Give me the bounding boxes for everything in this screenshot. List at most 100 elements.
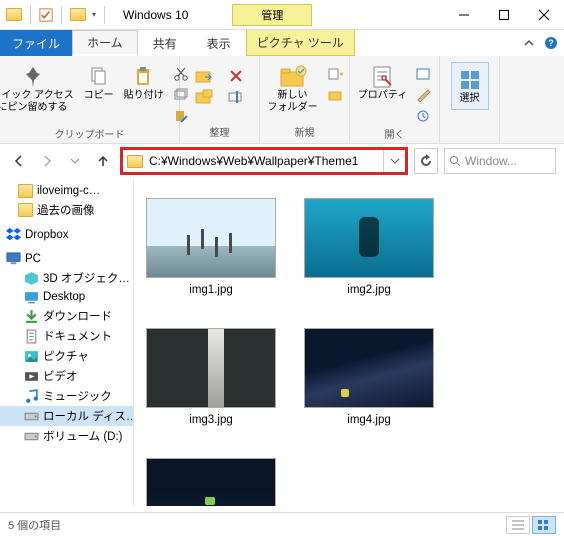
select-all-icon <box>456 67 484 93</box>
group-label-clipboard: クリップボード <box>55 126 125 143</box>
tree-item-desktop[interactable]: Desktop <box>0 288 133 306</box>
details-view-button[interactable] <box>506 516 530 534</box>
address-input[interactable] <box>147 154 383 168</box>
properties-icon <box>369 64 397 90</box>
file-tab[interactable]: ファイル <box>0 30 72 56</box>
properties-button[interactable]: プロパティ <box>354 62 411 104</box>
file-label: img2.jpg <box>347 284 390 296</box>
tree-item-music[interactable]: ミュージック <box>0 386 133 406</box>
ribbon-body: クイック アクセス にピン留めする コピー 貼り付け クリップボード <box>0 56 564 144</box>
pc-icon <box>6 252 21 266</box>
address-dropdown[interactable] <box>383 150 405 172</box>
group-label-open: 開く <box>385 126 405 143</box>
thumbnails-view-button[interactable] <box>532 516 556 534</box>
thumbnail-grid: img1.jpg img2.jpg img3.jpg img4.jpg img1… <box>146 198 552 506</box>
recent-dropdown[interactable] <box>64 150 86 172</box>
disk-icon <box>24 409 39 423</box>
music-icon <box>24 389 39 403</box>
file-label: img1.jpg <box>189 284 232 296</box>
file-item[interactable]: img2.jpg <box>304 198 434 296</box>
tree-item-downloads[interactable]: ダウンロード <box>0 306 133 326</box>
qat-dropdown-icon[interactable]: ▾ <box>92 10 96 19</box>
tree-item-videos[interactable]: ビデオ <box>0 366 133 386</box>
paste-icon <box>130 64 158 90</box>
tree-item-documents[interactable]: ドキュメント <box>0 326 133 346</box>
forward-button[interactable] <box>36 150 58 172</box>
file-item[interactable]: img1.jpg <box>146 198 276 296</box>
back-button[interactable] <box>8 150 30 172</box>
copy-button[interactable]: コピー <box>80 62 118 104</box>
tab-picture-tools[interactable]: ピクチャ ツール <box>246 30 355 56</box>
content-pane[interactable]: img1.jpg img2.jpg img3.jpg img4.jpg img1… <box>134 178 564 506</box>
history-button[interactable] <box>413 106 435 126</box>
file-item[interactable]: img4.jpg <box>304 328 434 426</box>
contextual-tab-manage[interactable]: 管理 <box>232 4 312 26</box>
videos-icon <box>24 369 39 383</box>
nav-row: Window... <box>0 144 564 178</box>
file-item[interactable]: img3.jpg <box>146 328 276 426</box>
address-bar[interactable] <box>120 147 408 175</box>
pin-to-quick-access-button[interactable]: クイック アクセス にピン留めする <box>0 62 78 116</box>
collapse-ribbon-icon[interactable] <box>522 36 536 50</box>
app-folder-icon <box>6 8 22 21</box>
edit-button[interactable] <box>413 85 435 105</box>
copy-to-button[interactable] <box>193 87 215 107</box>
ribbon-tabs: ファイル ホーム 共有 表示 ピクチャ ツール ? <box>0 30 564 56</box>
maximize-button[interactable] <box>484 0 524 30</box>
close-button[interactable] <box>524 0 564 30</box>
search-box[interactable]: Window... <box>444 148 556 174</box>
work-area: iloveimg-c… 過去の画像 Dropbox PC 3D オブジェク… D… <box>0 178 564 506</box>
divider <box>61 6 62 24</box>
file-label: img3.jpg <box>189 414 232 426</box>
file-item[interactable]: img13.jpg <box>146 458 276 506</box>
tab-share[interactable]: 共有 <box>138 30 192 56</box>
folder-icon <box>18 184 33 198</box>
tree-item-pictures[interactable]: ピクチャ <box>0 346 133 366</box>
divider <box>30 6 31 24</box>
paste-button[interactable]: 貼り付け <box>120 62 168 104</box>
select-button[interactable]: 選択 <box>451 62 489 110</box>
new-folder-icon <box>279 64 307 90</box>
tree-item-iloveimg[interactable]: iloveimg-c… <box>0 182 133 200</box>
new-item-button[interactable] <box>324 64 346 84</box>
qat-check-icon[interactable] <box>39 8 53 22</box>
tab-view[interactable]: 表示 <box>192 30 246 56</box>
thumbnail-icon <box>146 198 276 278</box>
tab-home[interactable]: ホーム <box>72 30 138 56</box>
item-count: 5 個の項目 <box>8 517 61 533</box>
easy-access-button[interactable] <box>324 85 346 105</box>
disk-icon <box>24 429 39 443</box>
status-bar: 5 個の項目 <box>0 512 564 536</box>
thumbnail-icon <box>146 458 276 506</box>
new-folder-button[interactable]: 新しい フォルダー <box>264 62 322 116</box>
qat-folder-icon[interactable] <box>70 8 86 21</box>
open-button[interactable] <box>413 64 435 84</box>
desktop-icon <box>24 290 39 304</box>
tree-item-local-disk[interactable]: ローカル ディス… <box>0 406 133 426</box>
divider <box>104 6 105 24</box>
help-icon[interactable]: ? <box>544 36 558 50</box>
tree-item-3d-objects[interactable]: 3D オブジェク… <box>0 268 133 288</box>
tree-item-dropbox[interactable]: Dropbox <box>0 226 133 244</box>
file-label: img4.jpg <box>347 414 390 426</box>
group-label-organize: 整理 <box>210 124 230 141</box>
downloads-icon <box>24 309 39 323</box>
minimize-button[interactable] <box>444 0 484 30</box>
delete-button[interactable] <box>225 66 247 86</box>
documents-icon <box>24 329 39 343</box>
tree-item-past-images[interactable]: 過去の画像 <box>0 200 133 220</box>
tree-item-pc[interactable]: PC <box>0 250 133 268</box>
thumbnail-icon <box>146 328 276 408</box>
move-to-button[interactable] <box>193 66 215 86</box>
pictures-icon <box>24 349 39 363</box>
window-title: Windows 10 <box>115 8 196 22</box>
refresh-button[interactable] <box>414 148 438 174</box>
navigation-pane[interactable]: iloveimg-c… 過去の画像 Dropbox PC 3D オブジェク… D… <box>0 178 134 506</box>
folder-icon <box>18 203 33 217</box>
search-placeholder: Window... <box>465 154 517 168</box>
search-icon <box>449 155 461 167</box>
up-button[interactable] <box>92 150 114 172</box>
tree-item-volume[interactable]: ボリューム (D:) <box>0 426 133 446</box>
rename-button[interactable] <box>225 87 247 107</box>
objects3d-icon <box>24 271 39 285</box>
